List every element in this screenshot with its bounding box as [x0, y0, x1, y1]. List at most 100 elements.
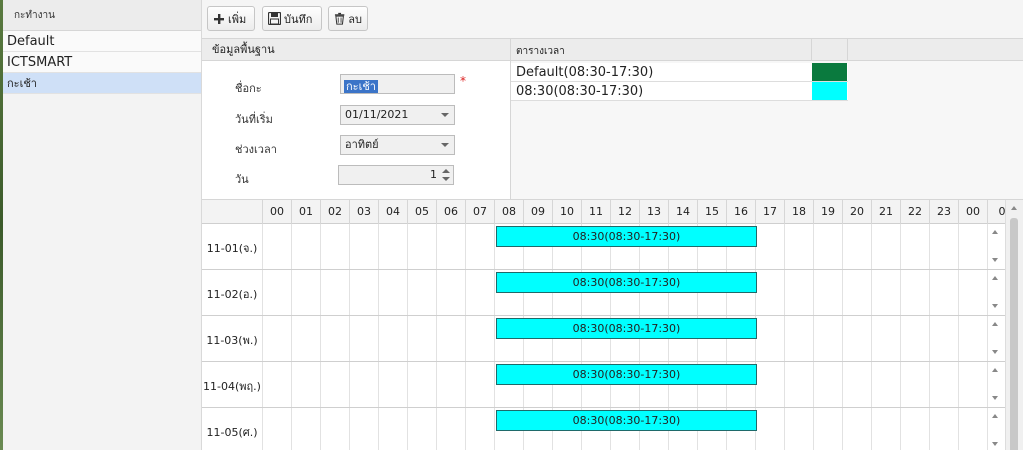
- hour-label: 00: [958, 200, 987, 224]
- shift-bar[interactable]: 08:30(08:30-17:30): [496, 226, 757, 247]
- row-divider: [202, 315, 1016, 316]
- grid-line: [494, 224, 495, 450]
- grid-line: [262, 224, 263, 450]
- shift-name-input[interactable]: กะเช้า: [340, 74, 455, 94]
- day-label: 11-02(อ.): [206, 288, 258, 301]
- schedule-grid: 00 01 02 03 04 05 06 07 08 09 10 11 12 13 14 15 16 17 18 19…: [202, 199, 1023, 450]
- hour-label: 18: [784, 200, 813, 224]
- hour-label: 11: [581, 200, 610, 224]
- chevron-down-icon: [441, 143, 449, 147]
- hour-label: 04: [378, 200, 407, 224]
- stepper-up-icon[interactable]: [442, 169, 450, 173]
- hour-label: 08: [494, 200, 523, 224]
- grid-line: [436, 224, 437, 450]
- sidebar-item-default[interactable]: Default: [3, 31, 201, 52]
- hour-label: 07: [465, 200, 494, 224]
- hour-label: 05: [407, 200, 436, 224]
- stepper-down-icon[interactable]: [442, 177, 450, 181]
- shift-bar[interactable]: 08:30(08:30-17:30): [496, 318, 757, 339]
- grid-line: [465, 224, 466, 450]
- hour-label: 23: [929, 200, 958, 224]
- row-divider: [202, 361, 1016, 362]
- row-scrollbar[interactable]: [988, 316, 1004, 362]
- grid-line: [929, 224, 930, 450]
- timetable-header: ตารางเวลา: [511, 39, 1023, 61]
- add-button[interactable]: เพิ่ม: [207, 6, 255, 31]
- shift-name-value: กะเช้า: [344, 80, 378, 93]
- save-button[interactable]: บันทึก: [262, 6, 322, 31]
- toolbar: เพิ่ม บันทึก ลบ: [202, 0, 1023, 39]
- delete-button-label: ลบ: [348, 12, 362, 26]
- grid-line: [378, 224, 379, 450]
- basic-info-title: ข้อมูลพื้นฐาน: [202, 39, 510, 61]
- row-scrollbar[interactable]: [988, 270, 1004, 316]
- scroll-down-icon[interactable]: [992, 258, 998, 262]
- vertical-scrollbar[interactable]: [1005, 200, 1023, 450]
- timetable-row-label: 08:30(08:30-17:30): [516, 84, 644, 99]
- shift-bar[interactable]: 08:30(08:30-17:30): [496, 272, 757, 293]
- day-label: 11-01(จ.): [206, 242, 258, 255]
- scroll-up-icon[interactable]: [992, 368, 998, 372]
- hour-label: 14: [668, 200, 697, 224]
- grid-line: [320, 224, 321, 450]
- hour-label: 20: [842, 200, 871, 224]
- column-divider: [847, 39, 848, 61]
- scroll-down-icon[interactable]: [992, 304, 998, 308]
- timetable-row-default[interactable]: Default(08:30-17:30): [511, 63, 848, 82]
- row-scrollbar[interactable]: [988, 362, 1004, 408]
- timetable-title: ตารางเวลา: [516, 46, 565, 57]
- sidebar-item-ictsmart[interactable]: ICTSMART: [3, 52, 201, 73]
- grid-line: [813, 224, 814, 450]
- scroll-up-icon[interactable]: [992, 414, 998, 418]
- scroll-up-icon[interactable]: [1011, 206, 1017, 210]
- scroll-up-icon[interactable]: [992, 322, 998, 326]
- hour-label: 19: [813, 200, 842, 224]
- period-select[interactable]: อาทิตย์: [340, 135, 455, 155]
- scroll-down-icon[interactable]: [992, 350, 998, 354]
- hour-label: 17: [755, 200, 784, 224]
- hour-label: 10: [552, 200, 581, 224]
- hour-label: 01: [291, 200, 320, 224]
- start-date-label: วันที่เริ่ม: [235, 113, 273, 126]
- grid-line: [842, 224, 843, 450]
- sidebar-item-morning-shift[interactable]: กะเช้า: [3, 73, 201, 94]
- sidebar-header: กะทำงาน: [3, 0, 201, 31]
- scroll-down-icon[interactable]: [992, 442, 998, 446]
- grid-line: [900, 224, 901, 450]
- days-stepper[interactable]: 1: [338, 165, 454, 185]
- hour-label: 15: [697, 200, 726, 224]
- scroll-down-icon[interactable]: [992, 396, 998, 400]
- hour-label: 13: [639, 200, 668, 224]
- hour-label: 09: [523, 200, 552, 224]
- color-swatch: [812, 82, 847, 100]
- hour-label: 02: [320, 200, 349, 224]
- floppy-disk-icon: [268, 12, 281, 25]
- day-label: 11-03(พ.): [206, 334, 258, 347]
- start-date-select[interactable]: 01/11/2021: [340, 105, 455, 125]
- start-date-value: 01/11/2021: [345, 108, 409, 121]
- hour-label: 16: [726, 200, 755, 224]
- scroll-up-icon[interactable]: [992, 276, 998, 280]
- row-scrollbar[interactable]: [988, 224, 1004, 270]
- shift-bar[interactable]: 08:30(08:30-17:30): [496, 364, 757, 385]
- shift-bar[interactable]: 08:30(08:30-17:30): [496, 410, 757, 431]
- shift-name-label: ชื่อกะ: [235, 82, 262, 95]
- row-divider: [202, 269, 1016, 270]
- grid-line: [958, 224, 959, 450]
- basic-info-panel: ข้อมูลพื้นฐาน ชื่อกะ กะเช้า * วันที่เริ่…: [202, 39, 511, 199]
- grid-line: [871, 224, 872, 450]
- required-marker: *: [460, 74, 466, 88]
- scrollbar-thumb[interactable]: [1010, 218, 1018, 450]
- delete-button[interactable]: ลบ: [328, 6, 368, 31]
- row-scrollbar[interactable]: [988, 408, 1004, 450]
- add-button-label: เพิ่ม: [228, 12, 247, 26]
- grid-line: [784, 224, 785, 450]
- timetable-panel: ตารางเวลา Default(08:30-17:30) 08:30(08:…: [511, 39, 1023, 199]
- hour-label: 06: [436, 200, 465, 224]
- scroll-up-icon[interactable]: [992, 230, 998, 234]
- hour-label: 22: [900, 200, 929, 224]
- chevron-down-icon: [441, 113, 449, 117]
- trash-icon: [334, 12, 345, 25]
- days-value: 1: [430, 168, 437, 181]
- timetable-row-0830[interactable]: 08:30(08:30-17:30): [511, 82, 848, 101]
